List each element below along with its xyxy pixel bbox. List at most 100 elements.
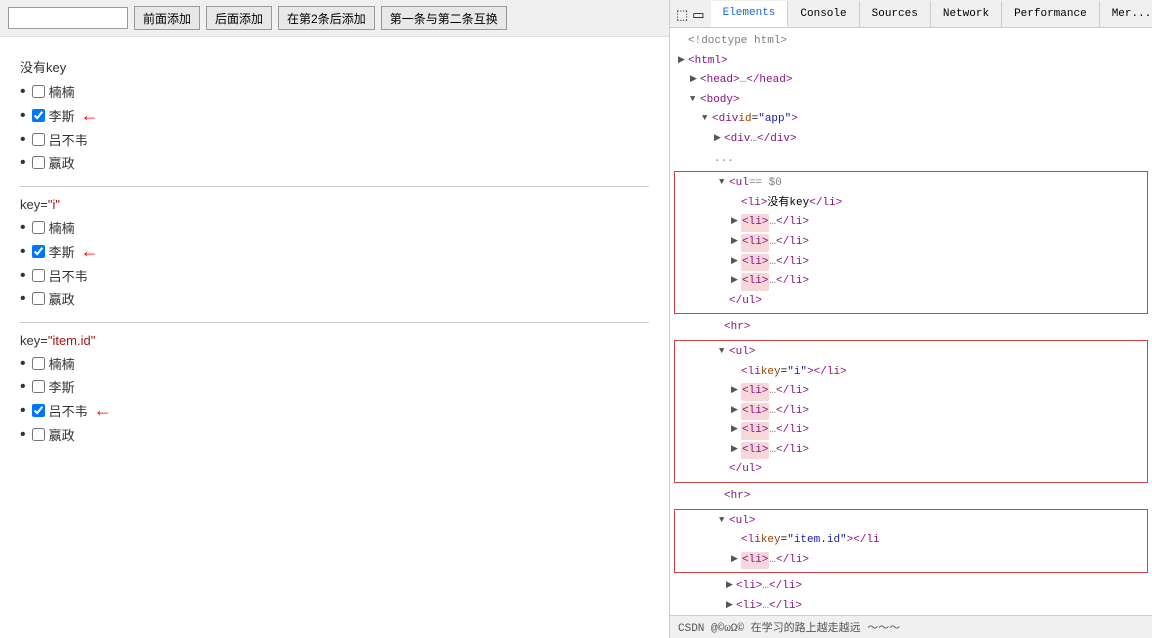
ellipsis-line: ... [670,150,1152,170]
list-item: 吕不韦 ← [20,400,649,421]
item-label[interactable]: 楠楠 [32,354,75,373]
item-checkbox[interactable] [32,85,45,98]
item-label[interactable]: 吕不韦 [32,266,88,285]
hr-2: <hr> [670,487,1152,507]
item-checkbox[interactable] [32,269,45,282]
ul-close-1: </ul> [675,292,1147,312]
tab-elements[interactable]: Elements [711,1,789,27]
li-key-item-id[interactable]: <li key="item.id"></li [675,531,1147,551]
footer-text: CSDN @©ωΩ© 在学习的路上越走越远 ～～～ [678,623,900,635]
item-label[interactable]: 楠楠 [32,82,75,101]
li-item-3-2[interactable]: <li>…</li> [670,577,1152,597]
item-label[interactable]: 赢政 [32,289,75,308]
item-label[interactable]: 李斯 [32,106,75,125]
html-doctype-line: <!doctype html> [670,32,1152,52]
item-label[interactable]: 赢政 [32,153,75,172]
tab-sources[interactable]: Sources [860,1,931,27]
red-box-3: <ul> <li key="item.id"></li <li>…</li> [674,509,1148,574]
section-key-item-id: key="item.id" 楠楠 李斯 吕不韦 ← 赢政 [20,323,649,458]
toolbar: 前面添加 后面添加 在第2条后添加 第一条与第二条互换 [0,0,669,37]
li-item-1-4[interactable]: <li>…</li> [675,272,1147,292]
swap-button[interactable]: 第一条与第二条互换 [381,6,507,30]
li-item-3-1[interactable]: <li>…</li> [675,551,1147,571]
item-checkbox[interactable] [32,109,45,122]
tab-more[interactable]: Mer... [1100,1,1152,27]
li-item-2-1[interactable]: <li>…</li> [675,382,1147,402]
section3-title: key="item.id" [20,333,649,348]
item-label[interactable]: 吕不韦 [32,401,88,420]
item-label[interactable]: 李斯 [32,242,75,261]
hr-1: <hr> [670,318,1152,338]
section2-list: 楠楠 李斯 ← 吕不韦 赢政 [20,218,649,308]
footer-bar: CSDN @©ωΩ© 在学习的路上越走越远 ～～～ [670,615,1152,638]
devtools-content: <!doctype html> <html> <head>…</head> <b… [670,28,1152,615]
list-item: 楠楠 [20,218,649,237]
item-checkbox[interactable] [32,245,45,258]
ul-line-3[interactable]: <ul> [675,512,1147,532]
devtools-panel: ⬚ ▭ Elements Console Sources Network Per… [670,0,1152,638]
list-item: 楠楠 [20,354,649,373]
tab-console[interactable]: Console [788,1,859,27]
html-line[interactable]: <html> [670,52,1152,72]
arrow-icon: ← [81,105,99,126]
item-checkbox[interactable] [32,357,45,370]
list-item: 李斯 ← [20,241,649,262]
add-before-button[interactable]: 前面添加 [134,6,200,30]
li-no-key[interactable]: <li>没有key</li> [675,194,1147,214]
text-input[interactable] [8,7,128,29]
list-item: 吕不韦 [20,266,649,285]
li-item-1-1[interactable]: <li>…</li> [675,213,1147,233]
item-checkbox[interactable] [32,292,45,305]
tab-performance[interactable]: Performance [1002,1,1100,27]
li-item-2-2[interactable]: <li>…</li> [675,402,1147,422]
arrow-icon: ← [94,400,112,421]
device-icon[interactable]: ▭ [692,8,704,23]
add-after-row2-button[interactable]: 在第2条后添加 [278,6,375,30]
html-div-app-line[interactable]: <div id="app"> [670,110,1152,130]
ul-line-2[interactable]: <ul> [675,343,1147,363]
item-label[interactable]: 赢政 [32,425,75,444]
item-checkbox[interactable] [32,133,45,146]
li-item-1-2[interactable]: <li>…</li> [675,233,1147,253]
tab-network[interactable]: Network [931,1,1002,27]
left-panel: 前面添加 后面添加 在第2条后添加 第一条与第二条互换 没有key 楠楠 李斯 … [0,0,670,638]
item-label[interactable]: 吕不韦 [32,130,88,149]
section1-list: 楠楠 李斯 ← 吕不韦 赢政 [20,82,649,172]
item-checkbox[interactable] [32,221,45,234]
item-checkbox[interactable] [32,428,45,441]
section1-title: 没有key [20,57,649,76]
arrow-icon: ← [81,241,99,262]
section-no-key: 没有key 楠楠 李斯 ← 吕不韦 赢政 [20,47,649,187]
add-after-button[interactable]: 后面添加 [206,6,272,30]
html-div-collapsed[interactable]: <div…</div> [670,130,1152,150]
list-item: 赢政 [20,425,649,444]
list-item: 楠楠 [20,82,649,101]
content-area: 没有key 楠楠 李斯 ← 吕不韦 赢政 key="i" [0,37,669,638]
item-checkbox[interactable] [32,404,45,417]
item-checkbox[interactable] [32,156,45,169]
item-label[interactable]: 楠楠 [32,218,75,237]
li-item-2-3[interactable]: <li>…</li> [675,421,1147,441]
li-item-3-3[interactable]: <li>…</li> [670,597,1152,615]
red-box-2: <ul> <li key="i"></li> <li>…</li> <li>…<… [674,340,1148,483]
item-label[interactable]: 李斯 [32,377,75,396]
section-key-i: key="i" 楠楠 李斯 ← 吕不韦 赢政 [20,187,649,323]
list-item: 吕不韦 [20,130,649,149]
li-item-2-4[interactable]: <li>…</li> [675,441,1147,461]
section2-title: key="i" [20,197,649,212]
ul-close-2: </ul> [675,460,1147,480]
list-item: 赢政 [20,153,649,172]
list-item: 李斯 ← [20,105,649,126]
li-item-1-3[interactable]: <li>…</li> [675,253,1147,273]
devtools-tab-bar: ⬚ ▭ Elements Console Sources Network Per… [670,0,1152,28]
item-checkbox[interactable] [32,380,45,393]
list-item: 李斯 [20,377,649,396]
ul-line-1[interactable]: <ul == $0 [675,174,1147,194]
red-box-1: <ul == $0 <li>没有key</li> <li>…</li> <li>… [674,171,1148,314]
html-body-expand-line[interactable]: <body> [670,91,1152,111]
section3-list: 楠楠 李斯 吕不韦 ← 赢政 [20,354,649,444]
list-item: 赢政 [20,289,649,308]
li-key-i[interactable]: <li key="i"></li> [675,363,1147,383]
html-head-line[interactable]: <head>…</head> [670,71,1152,91]
cursor-icon[interactable]: ⬚ [676,8,688,23]
